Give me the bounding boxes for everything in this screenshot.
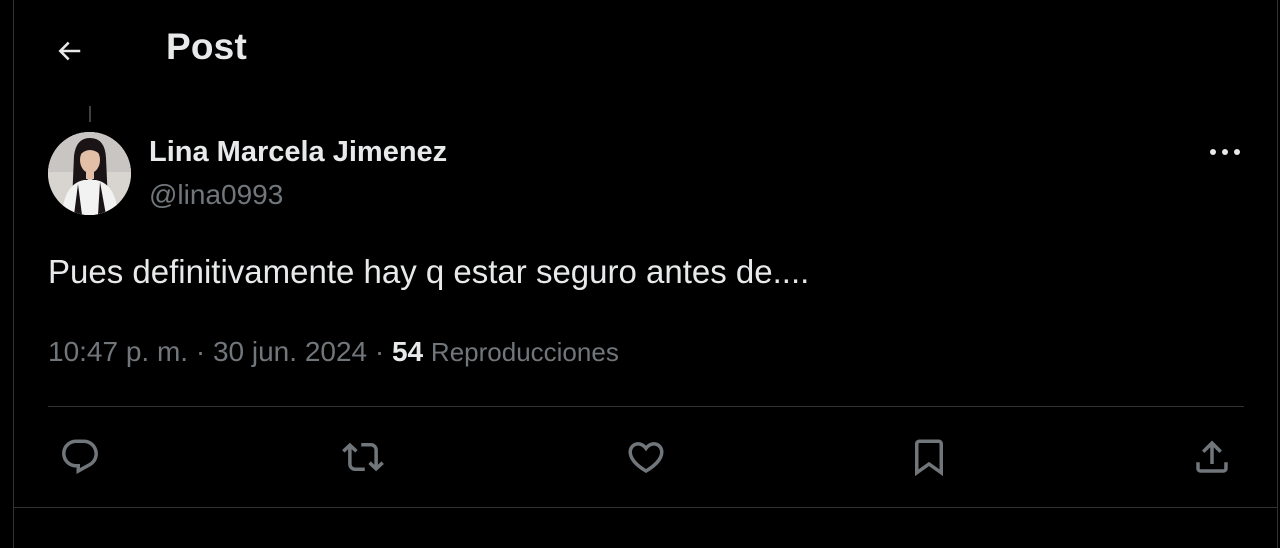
heart-icon bbox=[628, 442, 664, 474]
bottom-divider bbox=[14, 507, 1277, 508]
bookmark-button[interactable] bbox=[902, 430, 956, 484]
back-button[interactable] bbox=[46, 28, 92, 74]
author-display-name[interactable]: Lina Marcela Jimenez bbox=[149, 136, 447, 169]
like-button[interactable] bbox=[619, 430, 673, 484]
page-title: Post bbox=[166, 26, 247, 67]
bookmark-icon bbox=[915, 439, 943, 477]
post-meta: 10:47 p. m. · 30 jun. 2024 · 54 Reproduc… bbox=[48, 336, 619, 368]
arrow-left-icon bbox=[58, 41, 81, 61]
repost-button[interactable] bbox=[336, 430, 390, 484]
views-label: Reproducciones bbox=[430, 337, 619, 367]
author-handle[interactable]: @lina0993 bbox=[149, 179, 283, 211]
avatar-photo bbox=[48, 132, 131, 215]
thread-connector bbox=[89, 106, 91, 122]
share-button[interactable] bbox=[1185, 430, 1239, 484]
divider bbox=[48, 406, 1244, 407]
post-page: Post Lina Marcela Jimenez @lina0993 Pues… bbox=[0, 0, 1280, 548]
reply-button[interactable] bbox=[53, 430, 107, 484]
avatar[interactable] bbox=[48, 132, 131, 215]
ellipsis-icon bbox=[1210, 149, 1240, 155]
repost-icon bbox=[342, 442, 384, 472]
post-text: Pues definitivamente hay q estar seguro … bbox=[48, 253, 810, 290]
more-options-button[interactable] bbox=[1200, 134, 1250, 170]
share-icon bbox=[1196, 440, 1228, 473]
reply-icon bbox=[62, 439, 98, 474]
post-timestamp[interactable]: 10:47 p. m. · 30 jun. 2024 · bbox=[48, 336, 392, 367]
action-bar bbox=[0, 430, 1280, 484]
views-count: 54 bbox=[391, 336, 424, 367]
